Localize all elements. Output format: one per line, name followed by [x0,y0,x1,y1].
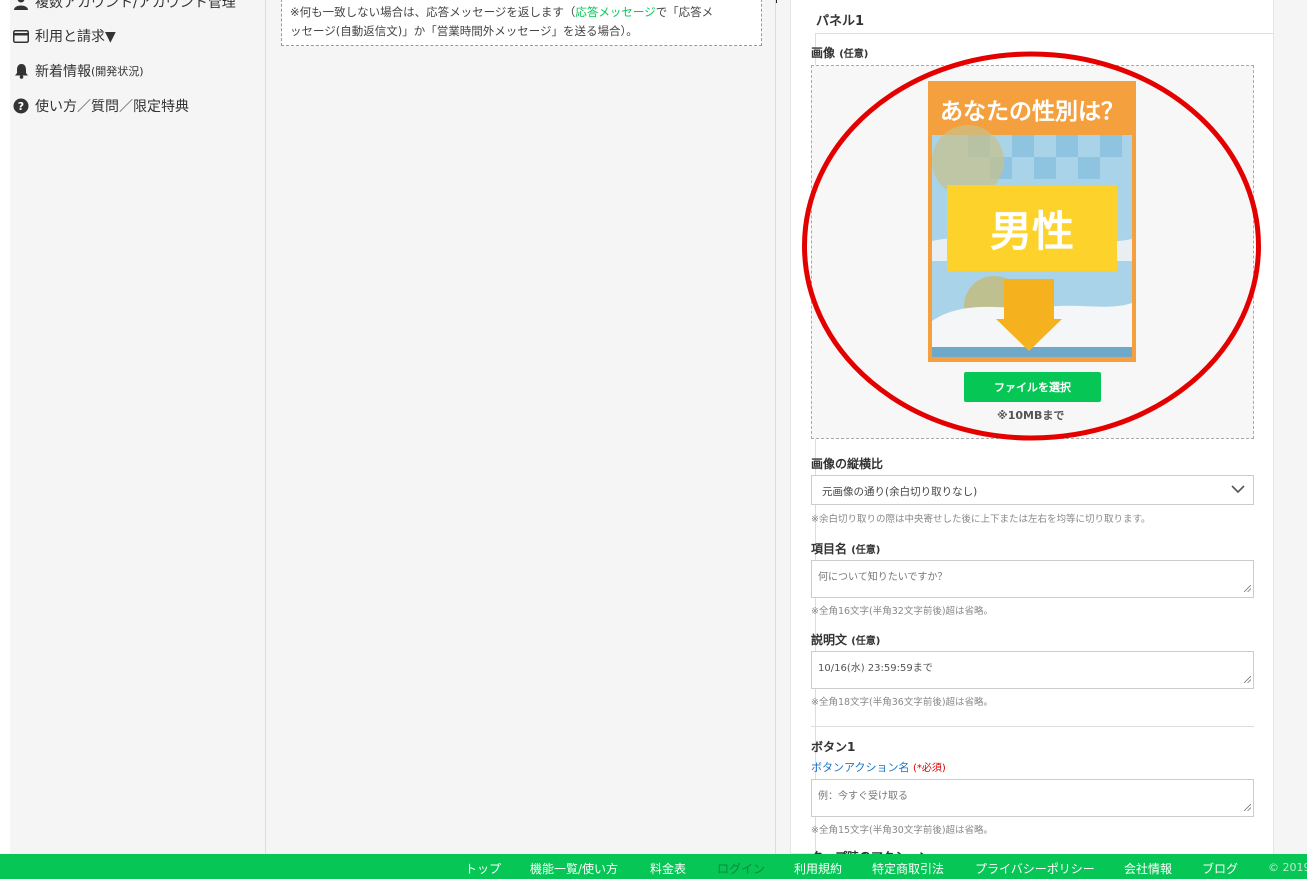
bell-icon [12,62,30,80]
action-name-label[interactable]: ボタンアクション名 (*必須) [811,759,946,775]
note-text: で「応答メ [655,5,714,19]
sidebar-item-help[interactable]: ? 使い方／質問／限定特典 [12,96,189,116]
sidebar-item-billing[interactable]: 利用と請求▼ [12,26,116,46]
required-tag: (*必須) [912,763,946,774]
image-preview: あなたの性別は？ 男性 [928,81,1136,362]
card-icon [12,27,30,45]
right-gutter [1273,0,1307,854]
optional-tag: (任意) [851,636,881,647]
footer-link-terms[interactable]: 利用規約 [794,860,842,877]
footer-link-top[interactable]: トップ [465,860,501,877]
copyright: © 2019 [1268,861,1307,874]
response-message-link[interactable]: 応答メッセージ [575,5,655,19]
sidebar-item-label: 複数アカウント/アカウント管理 [35,0,236,11]
user-icon [12,0,30,11]
sidebar-edge [0,0,10,854]
preview-title: あなたの性別は？ [940,99,1124,125]
aspect-label: 画像の縦横比 [811,457,884,471]
optional-tag: (任意) [839,49,869,60]
optional-tag: (任意) [851,545,881,556]
help-icon: ? [12,97,30,115]
description-input[interactable]: 10/16(水) 23:59:59まで [811,651,1254,689]
footer-link-features[interactable]: 機能一覧/使い方 [530,860,618,877]
resize-grip-icon[interactable] [1243,803,1252,814]
sidebar: 複数アカウント/アカウント管理 利用と請求▼ 新着情報 (開発状況) ? 使い方… [0,0,266,854]
preview-main: 男性 [990,207,1074,256]
item-name-label-text: 項目名 [811,542,848,556]
action-name-hint: ※全角15文字(半角30文字前後)超は省略。 [811,825,994,836]
section-divider [811,726,1254,727]
sidebar-item-news[interactable]: 新着情報 (開発状況) [12,61,144,81]
aspect-select-value: 元画像の通り(余白切り取りなし) [822,486,978,498]
sidebar-item-label: 使い方／質問／限定特典 [35,99,189,115]
image-label-text: 画像 [811,46,836,60]
resize-grip-icon[interactable] [1243,584,1252,595]
sidebar-item-sublabel: (開発状況) [91,65,144,78]
action-name-input[interactable]: 例：今すぐ受け取る [811,779,1254,817]
sidebar-item-label: 新着情報 [35,64,91,80]
description-value: 10/16(水) 23:59:59まで [818,663,933,674]
sidebar-item-accounts[interactable]: 複数アカウント/アカウント管理 [12,0,236,12]
middle-column: ※何も一致しない場合は、応答メッセージを返します（応答メッセージで「応答メ ッセ… [266,0,776,854]
footer-link-login[interactable]: ログイン [717,860,765,877]
footer-link-pricing[interactable]: 料金表 [650,860,686,877]
description-hint: ※全角18文字(半角36文字前後)超は省略。 [811,697,994,708]
resize-grip-icon[interactable] [1243,675,1252,686]
aspect-hint: ※余白切り取りの際は中央寄せした後に上下または左右を均等に切り取ります。 [811,514,1151,525]
action-name-placeholder: 例：今すぐ受け取る [818,791,908,802]
item-name-input[interactable]: 何について知りたいですか？ [811,560,1254,598]
svg-text:?: ? [18,100,24,113]
chevron-down-icon [1231,484,1245,497]
note-line-2: ッセージ(自動返信文)」か「営業時間外メッセージ」を送る場合）。 [290,24,638,38]
action-name-label-text: ボタンアクション名 [811,761,910,774]
size-limit-note: ※10MBまで [997,409,1065,422]
description-label-text: 説明文 [811,633,848,647]
description-label: 説明文 (任意) [811,631,880,648]
footer-link-commerce-law[interactable]: 特定商取引法 [872,860,944,877]
footer-link-company[interactable]: 会社情報 [1124,860,1172,877]
footer-link-blog[interactable]: ブログ [1202,860,1238,877]
note-line-1: ※何も一致しない場合は、応答メッセージを返します（応答メッセージで「応答メ [290,3,753,22]
panel-title: パネル1 [816,14,865,29]
item-name-hint: ※全角16文字(半角32文字前後)超は省略。 [811,606,994,617]
fallback-note: ※何も一致しない場合は、応答メッセージを返します（応答メッセージで「応答メ ッセ… [281,0,762,46]
button-section-title: ボタン1 [811,740,856,754]
sidebar-item-label: 利用と請求▼ [35,29,116,45]
aspect-select[interactable]: 元画像の通り(余白切り取りなし) [811,475,1254,505]
note-text: ※何も一致しない場合は、応答メッセージを返します（ [290,5,576,19]
footer-link-privacy[interactable]: プライバシーポリシー [975,860,1095,877]
item-name-label: 項目名 (任意) [811,540,880,557]
choose-file-button[interactable]: ファイルを選択 [964,372,1101,402]
image-label: 画像 (任意) [811,44,868,61]
footer: トップ 機能一覧/使い方 料金表 ログイン 利用規約 特定商取引法 プライバシー… [0,854,1307,879]
item-name-placeholder: 何について知りたいですか？ [818,572,948,583]
